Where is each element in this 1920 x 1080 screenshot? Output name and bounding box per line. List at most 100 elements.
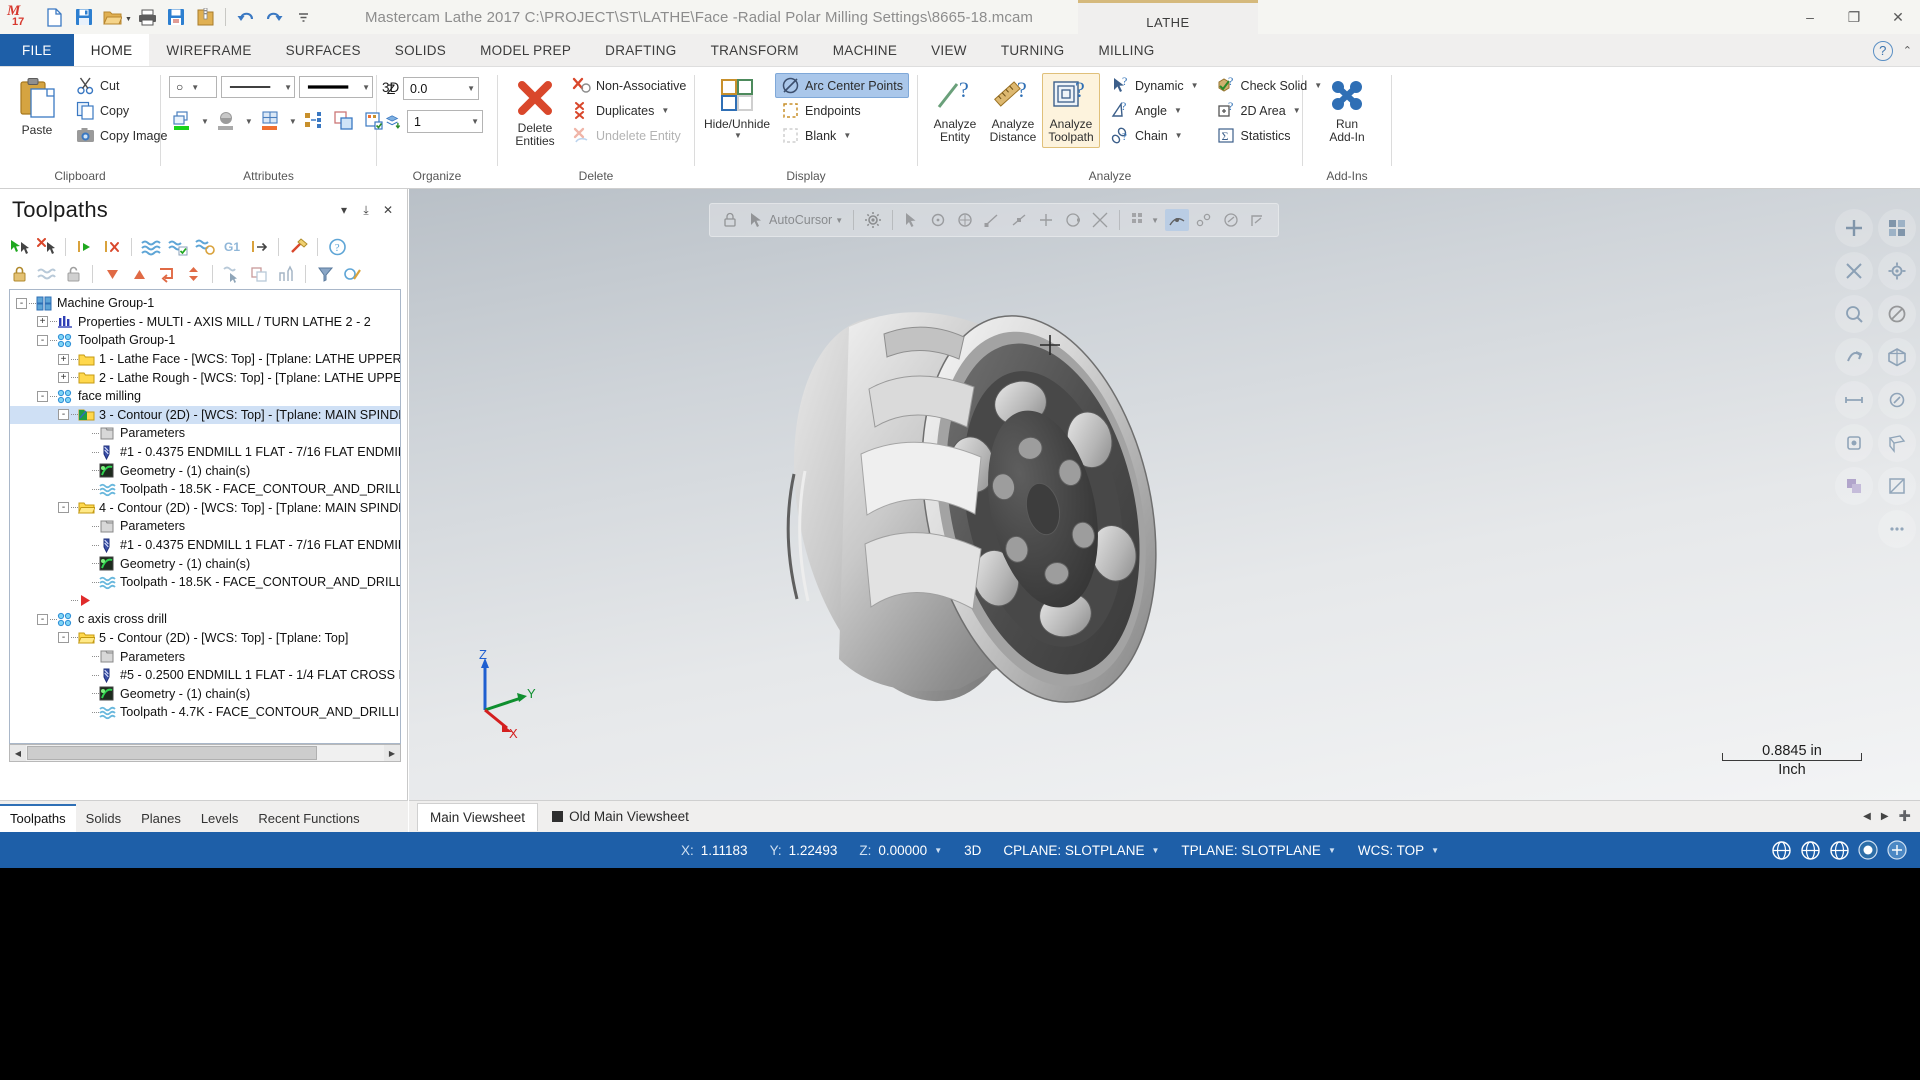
viewsheet-add-icon[interactable]: ➕: [1896, 809, 1914, 824]
restore-button[interactable]: ❐: [1832, 0, 1876, 34]
level-input[interactable]: 1 ▼: [407, 110, 483, 133]
color-swatch-icon[interactable]: [1855, 837, 1881, 863]
save-icon[interactable]: [70, 4, 97, 31]
verify-toolpath-icon[interactable]: [165, 234, 191, 259]
angle-analyze-button[interactable]: ? Angle ▼: [1105, 98, 1205, 123]
tree-expander-icon[interactable]: -: [58, 632, 69, 644]
tree-expander-icon[interactable]: +: [58, 372, 69, 384]
cplane-caret-icon[interactable]: ▼: [1151, 846, 1159, 855]
wireframe-view-icon[interactable]: [1878, 424, 1916, 462]
panel-close-icon[interactable]: ✕: [377, 199, 399, 221]
help-toolpath-icon[interactable]: ?: [324, 234, 350, 259]
wcs-caret-icon[interactable]: ▼: [1431, 846, 1439, 855]
fit-screen-icon[interactable]: [1835, 209, 1873, 247]
shaded-view-icon[interactable]: [1835, 467, 1873, 505]
open-folder-icon[interactable]: [99, 4, 126, 31]
tab-toolpaths[interactable]: Toolpaths: [0, 804, 76, 832]
tree-node[interactable]: +2 - Lathe Rough - [WCS: Top] - [Tplane:…: [10, 368, 400, 387]
viewsheet-prev-icon[interactable]: ◀: [1860, 809, 1874, 824]
toggle-display-icon[interactable]: [33, 261, 59, 286]
z-depth-caret[interactable]: ▼: [467, 84, 475, 93]
line-width-combo[interactable]: ▼: [299, 76, 373, 98]
tree-node[interactable]: - 3 - Contour (2D) - [WCS: Top] - [Tplane…: [10, 405, 400, 425]
move-up-icon[interactable]: [126, 261, 152, 286]
collapse-ribbon-icon[interactable]: ⌃: [1903, 44, 1912, 57]
duplicates-button[interactable]: Duplicates ▼: [566, 98, 692, 123]
dynamic-caret[interactable]: ▼: [1191, 81, 1199, 90]
tree-node[interactable]: Toolpath - 4.7K - FACE_CONTOUR_AND_DRILL…: [10, 703, 400, 722]
copy-toolpath-icon[interactable]: [246, 261, 272, 286]
level-indicator-icon[interactable]: [1884, 837, 1910, 863]
tab-solids[interactable]: Solids: [76, 806, 131, 832]
line-style-caret[interactable]: ▼: [280, 83, 292, 92]
tree-node[interactable]: Toolpath - 18.5K - FACE_CONTOUR_AND_DRIL…: [10, 573, 400, 592]
level-icon[interactable]: [385, 113, 401, 131]
redo-icon[interactable]: [261, 4, 288, 31]
tab-model-prep[interactable]: MODEL PREP: [463, 34, 588, 66]
analyze-entity-button[interactable]: ? Analyze Entity: [926, 73, 984, 148]
toolpath-group-icon[interactable]: [339, 261, 365, 286]
level-caret[interactable]: ▼: [471, 117, 479, 126]
tree-horizontal-scrollbar[interactable]: ◀ ▶: [9, 744, 401, 762]
delete-entities-button[interactable]: Delete Entities: [506, 73, 564, 152]
close-button[interactable]: ✕: [1876, 0, 1920, 34]
dynamic-rotate-icon[interactable]: [1835, 338, 1873, 376]
tree-node[interactable]: Geometry - (1) chain(s): [10, 461, 400, 480]
tab-solids[interactable]: SOLIDS: [378, 34, 463, 66]
high-speed-icon[interactable]: [285, 234, 311, 259]
customize-qat-icon[interactable]: [290, 4, 317, 31]
tree-node[interactable]: Toolpath - 18.5K - FACE_CONTOUR_AND_DRIL…: [10, 480, 400, 499]
tree-node[interactable]: - c axis cross drill: [10, 610, 400, 629]
tree-expander-icon[interactable]: +: [58, 353, 69, 365]
lock-cursor-icon[interactable]: [718, 209, 742, 231]
tab-transform[interactable]: TRANSFORM: [694, 34, 816, 66]
tree-node[interactable]: Geometry - (1) chain(s): [10, 554, 400, 573]
simulate-nc-icon[interactable]: [192, 234, 218, 259]
right-view-icon[interactable]: [1835, 424, 1873, 462]
more-views-icon[interactable]: [1878, 510, 1916, 548]
snap-quadrant-icon[interactable]: [1061, 209, 1085, 231]
select-entities-icon[interactable]: [219, 261, 245, 286]
machine-group-icon[interactable]: [312, 261, 338, 286]
tree-expander-icon[interactable]: -: [58, 409, 69, 421]
snap-arc-center-icon[interactable]: [953, 209, 977, 231]
tree-expander-icon[interactable]: -: [58, 502, 69, 514]
cut-button[interactable]: Cut: [70, 73, 173, 98]
scroll-right-arrow[interactable]: ▶: [384, 745, 400, 761]
viewsheet-tab-old-main[interactable]: Old Main Viewsheet: [540, 803, 701, 830]
undo-icon[interactable]: [232, 4, 259, 31]
view-cube-icon[interactable]: [1878, 209, 1916, 247]
settings-gear-icon[interactable]: [861, 209, 885, 231]
tree-node[interactable]: [10, 592, 400, 611]
chain-analyze-button[interactable]: ? Chain ▼: [1105, 123, 1205, 148]
tool-manager-icon[interactable]: [273, 261, 299, 286]
z-caret-icon[interactable]: ▼: [934, 846, 942, 855]
viewsheet-tab-main[interactable]: Main Viewsheet: [417, 802, 539, 831]
tree-expander-icon[interactable]: -: [37, 613, 48, 625]
tree-node[interactable]: Parameters: [10, 647, 400, 666]
chain-caret[interactable]: ▼: [1175, 131, 1183, 140]
z-depth-input[interactable]: 0.0 ▼: [403, 77, 479, 100]
solid-color-icon[interactable]: [213, 109, 239, 133]
status-wcs[interactable]: WCS: TOP ▼: [1347, 832, 1450, 868]
tree-node[interactable]: Parameters: [10, 424, 400, 443]
regen-selected-icon[interactable]: [72, 234, 98, 259]
print-icon[interactable]: [134, 4, 161, 31]
simulate-toolpath-icon[interactable]: [138, 234, 164, 259]
zip2go-icon[interactable]: [192, 4, 219, 31]
tree-node[interactable]: Parameters: [10, 517, 400, 536]
save-as-icon[interactable]: [163, 4, 190, 31]
analyze-distance-button[interactable]: ? Analyze Distance: [984, 73, 1042, 148]
snap-midpoint-icon[interactable]: [1007, 209, 1031, 231]
tab-planes[interactable]: Planes: [131, 806, 191, 832]
relative-icon[interactable]: [1219, 209, 1243, 231]
snap-endpoint-icon[interactable]: [980, 209, 1004, 231]
regen-dirty-icon[interactable]: [99, 234, 125, 259]
tree-node[interactable]: - 5 - Contour (2D) - [WCS: Top] - [Tplane…: [10, 629, 400, 648]
surface-color-icon[interactable]: [257, 109, 283, 133]
line-style-combo[interactable]: ▼: [221, 76, 295, 98]
lock-icon[interactable]: [6, 261, 32, 286]
wireframe-color-icon[interactable]: [169, 109, 195, 133]
minimize-button[interactable]: –: [1788, 0, 1832, 34]
tree-node[interactable]: +1 - Lathe Face - [WCS: Top] - [Tplane: …: [10, 350, 400, 369]
